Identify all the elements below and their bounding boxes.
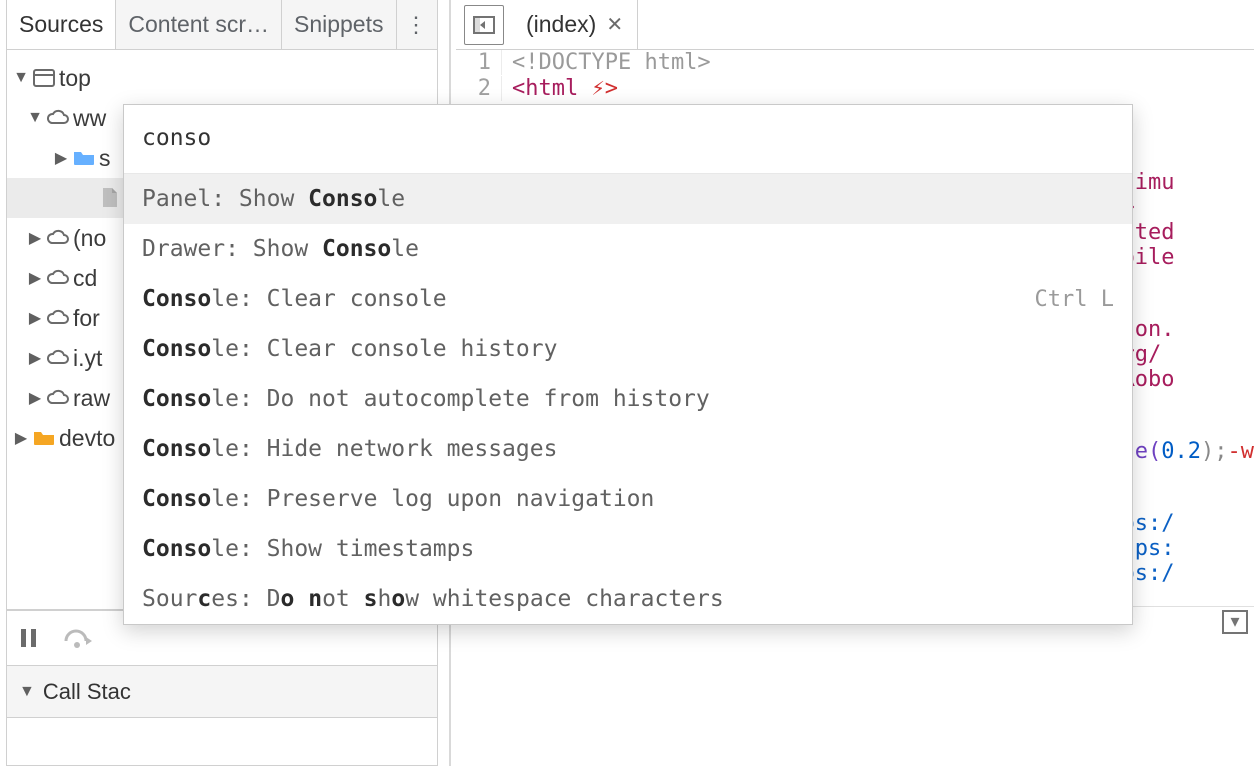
file-icon xyxy=(95,187,125,209)
cloud-icon xyxy=(43,109,73,127)
code-text: <html xyxy=(512,76,591,101)
tree-label: devto xyxy=(59,425,115,452)
close-tab-button[interactable]: ✕ xyxy=(606,12,623,37)
command-menu-input[interactable] xyxy=(124,105,1132,174)
disclosure-triangle-icon: ▶ xyxy=(13,428,29,448)
cloud-icon xyxy=(43,229,73,247)
line-number: 1 xyxy=(456,50,502,75)
tree-label: for xyxy=(73,305,100,332)
command-menu-item-shortcut: Ctrl L xyxy=(1035,287,1114,312)
editor-tab-label: (index) xyxy=(526,11,596,38)
command-menu-item[interactable]: Console: Show timestamps xyxy=(124,524,1132,574)
step-over-button[interactable] xyxy=(63,627,93,649)
command-menu-item-label: Console: Do not autocomplete from histor… xyxy=(142,386,710,412)
pause-button[interactable] xyxy=(19,627,39,649)
command-menu-item[interactable]: Console: Clear console Ctrl L xyxy=(124,274,1132,324)
disclosure-triangle-icon: ▶ xyxy=(27,348,43,368)
command-menu-item[interactable]: Sources: Do not show whitespace characte… xyxy=(124,574,1132,624)
disclosure-triangle-icon: ▶ xyxy=(53,148,69,168)
tab-snippets-label: Snippets xyxy=(294,11,384,38)
command-menu-item[interactable]: Console: Preserve log upon navigation xyxy=(124,474,1132,524)
tree-label: ww xyxy=(73,105,106,132)
tree-label: i.yt xyxy=(73,345,102,372)
command-menu-item-label: Console: Show timestamps xyxy=(142,536,474,562)
command-menu-item-label: Panel: Show Console xyxy=(142,186,405,212)
disclosure-triangle-icon: ▼ xyxy=(13,69,29,87)
kebab-icon: ⋮ xyxy=(405,12,427,38)
scroll-down-button[interactable]: ▾ xyxy=(1222,610,1248,634)
command-menu-item[interactable]: Console: Hide network messages xyxy=(124,424,1132,474)
tab-sources[interactable]: Sources xyxy=(7,0,116,49)
command-menu-item[interactable]: Panel: Show Console xyxy=(124,174,1132,224)
disclosure-triangle-icon: ▶ xyxy=(27,308,43,328)
code-frag: -w xyxy=(1228,439,1254,464)
tab-content-scripts[interactable]: Content scr… xyxy=(116,0,282,49)
command-menu-item[interactable]: Drawer: Show Console xyxy=(124,224,1132,274)
cloud-icon xyxy=(43,349,73,367)
cloud-icon xyxy=(43,389,73,407)
code-frag: ); xyxy=(1201,439,1228,464)
call-stack-header[interactable]: ▼ Call Stac xyxy=(6,666,438,718)
command-menu-item-label: Console: Clear console history xyxy=(142,336,557,362)
code-text: ⚡> xyxy=(591,76,618,101)
tree-label: top xyxy=(59,65,91,92)
disclosure-triangle-icon: ▶ xyxy=(27,228,43,248)
command-menu-item-label: Sources: Do not show whitespace characte… xyxy=(142,586,724,612)
disclosure-triangle-icon: ▼ xyxy=(19,683,35,701)
toggle-navigator-button[interactable] xyxy=(464,5,504,45)
tree-label: cd xyxy=(73,265,97,292)
sources-panel-tabs: Sources Content scr… Snippets ⋮ xyxy=(6,0,438,50)
command-menu-item-label: Console: Hide network messages xyxy=(142,436,557,462)
disclosure-triangle-icon: ▶ xyxy=(27,268,43,288)
panel-strip xyxy=(6,718,438,766)
call-stack-label: Call Stac xyxy=(43,679,131,705)
tree-label: s xyxy=(99,145,111,172)
editor-tab-index[interactable]: (index) ✕ xyxy=(512,0,638,49)
more-tabs-button[interactable]: ⋮ xyxy=(396,0,436,49)
disclosure-triangle-icon: ▼ xyxy=(27,109,43,127)
command-menu-item-label: Console: Clear console xyxy=(142,286,447,312)
line-number: 2 xyxy=(456,76,502,101)
chevron-down-icon: ▾ xyxy=(1230,611,1239,632)
tab-content-scripts-label: Content scr… xyxy=(128,11,269,38)
command-menu-item[interactable]: Console: Clear console history xyxy=(124,324,1132,374)
sidebar-toggle-icon xyxy=(473,16,495,34)
editor-tabbar: (index) ✕ xyxy=(456,0,1254,50)
command-menu: Panel: Show Console Drawer: Show Console C… xyxy=(123,104,1133,625)
command-menu-list: Panel: Show Console Drawer: Show Console C… xyxy=(124,174,1132,624)
tab-snippets[interactable]: Snippets xyxy=(282,0,396,49)
tree-label: (no xyxy=(73,225,106,252)
folder-icon xyxy=(69,149,99,167)
code-frag: 0.2 xyxy=(1161,439,1201,464)
command-menu-item-label: Drawer: Show Console xyxy=(142,236,419,262)
command-menu-item[interactable]: Console: Do not autocomplete from histor… xyxy=(124,374,1132,424)
tree-label: raw xyxy=(73,385,110,412)
disclosure-triangle-icon: ▶ xyxy=(27,388,43,408)
folder-icon xyxy=(29,429,59,447)
cloud-icon xyxy=(43,309,73,327)
tree-row-top[interactable]: ▼ top xyxy=(7,58,437,98)
command-menu-item-label: Console: Preserve log upon navigation xyxy=(142,486,654,512)
code-text: <!DOCTYPE html> xyxy=(512,50,711,75)
tab-sources-label: Sources xyxy=(19,11,103,38)
cloud-icon xyxy=(43,269,73,287)
frame-icon xyxy=(29,69,59,87)
